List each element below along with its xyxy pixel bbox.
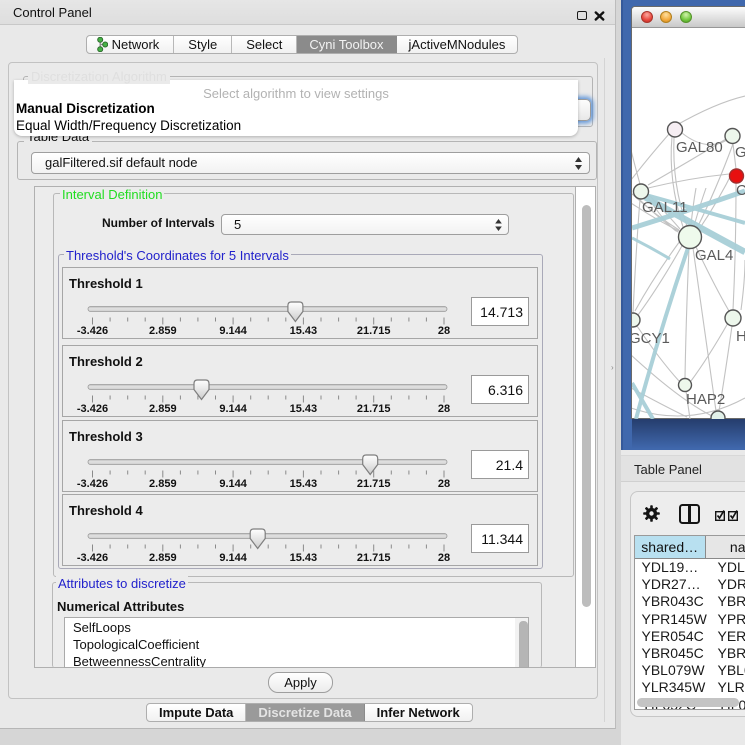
svg-text:-3.426: -3.426 <box>77 325 108 337</box>
svg-text:GA: GA <box>735 144 745 161</box>
svg-text:9.144: 9.144 <box>219 552 247 564</box>
svg-text:28: 28 <box>438 403 450 415</box>
svg-text:-3.426: -3.426 <box>77 552 108 564</box>
svg-text:GAL4: GAL4 <box>695 247 733 264</box>
svg-text:9.144: 9.144 <box>219 325 247 337</box>
svg-text:HAP2: HAP2 <box>686 391 725 408</box>
svg-text:2.859: 2.859 <box>149 325 177 337</box>
svg-text:2.859: 2.859 <box>149 478 177 490</box>
svg-text:28: 28 <box>438 325 450 337</box>
svg-text:15.43: 15.43 <box>290 403 318 415</box>
svg-text:15.43: 15.43 <box>290 325 318 337</box>
svg-text:15.43: 15.43 <box>290 552 318 564</box>
svg-text:21.715: 21.715 <box>357 403 391 415</box>
svg-text:GCY1: GCY1 <box>632 330 670 347</box>
svg-text:21.715: 21.715 <box>357 325 391 337</box>
svg-text:9.144: 9.144 <box>219 403 247 415</box>
svg-text:-3.426: -3.426 <box>77 478 108 490</box>
svg-text:21.715: 21.715 <box>357 478 391 490</box>
svg-text:C: C <box>736 182 745 199</box>
svg-text:28: 28 <box>438 552 450 564</box>
svg-text:GAL80: GAL80 <box>676 139 723 156</box>
svg-text:15.43: 15.43 <box>290 478 318 490</box>
svg-text:2.859: 2.859 <box>149 552 177 564</box>
svg-text:GAL11: GAL11 <box>642 199 688 216</box>
svg-text:21.715: 21.715 <box>357 552 391 564</box>
svg-text:9.144: 9.144 <box>219 478 247 490</box>
svg-text:-3.426: -3.426 <box>77 403 108 415</box>
svg-text:2.859: 2.859 <box>149 403 177 415</box>
svg-text:28: 28 <box>438 478 450 490</box>
svg-text:H: H <box>736 328 745 345</box>
